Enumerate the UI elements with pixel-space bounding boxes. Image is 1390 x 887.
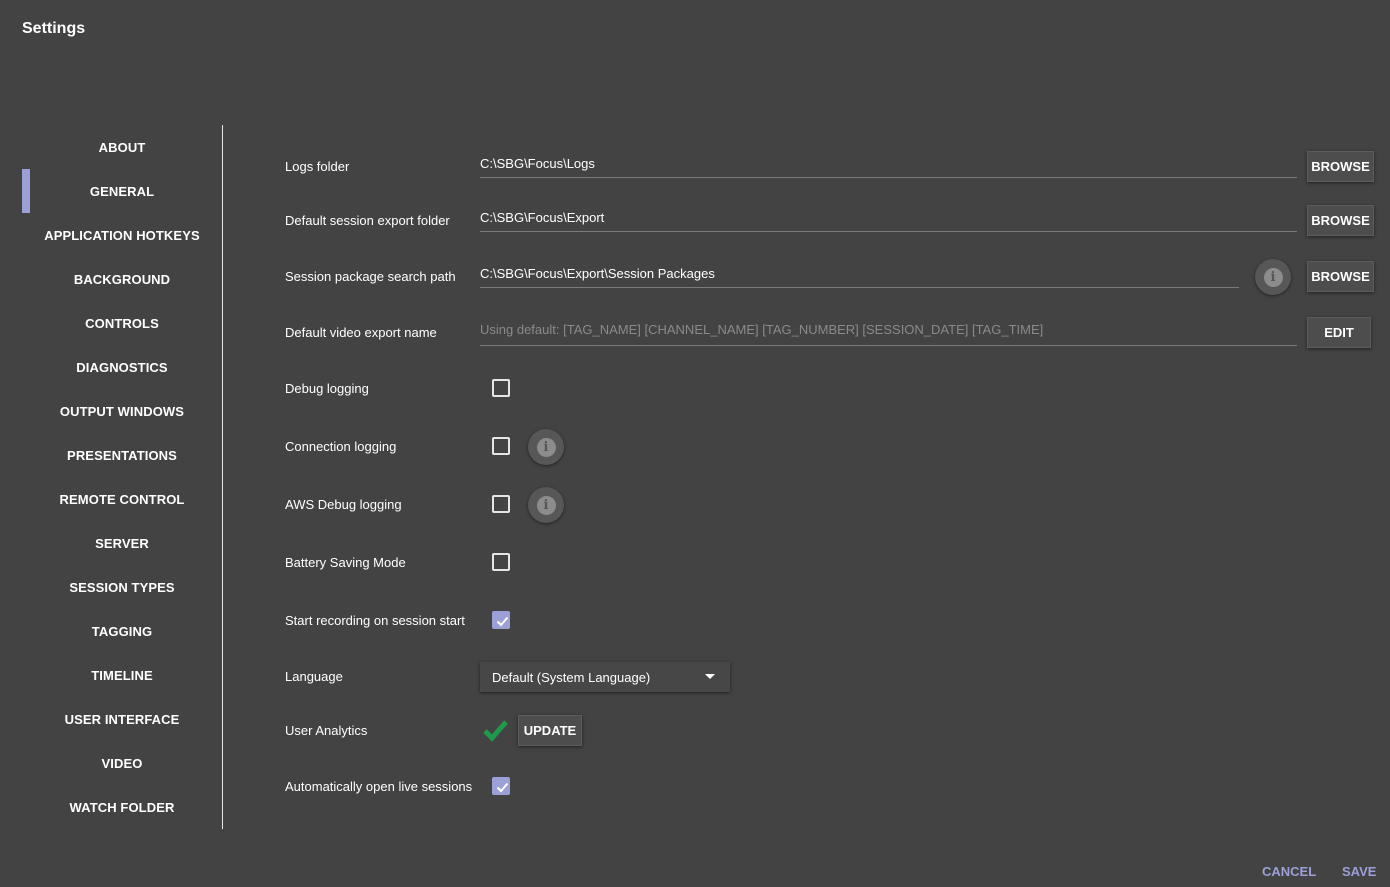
settings-window: Settings ABOUT GENERAL APPLICATION HOTKE… <box>0 0 1390 887</box>
cancel-button[interactable]: CANCEL <box>1262 864 1316 879</box>
info-icon: i <box>1263 267 1283 287</box>
debug-logging-label: Debug logging <box>285 381 369 396</box>
user-analytics-update-button[interactable]: UPDATE <box>518 715 582 746</box>
caret-down-icon <box>705 674 715 679</box>
user-analytics-label: User Analytics <box>285 723 368 738</box>
checkmark-icon <box>496 782 509 793</box>
sidebar-item-user-interface[interactable]: USER INTERFACE <box>22 697 222 741</box>
info-icon: i <box>536 495 556 515</box>
video-export-name-field[interactable]: Using default: [TAG_NAME] [CHANNEL_NAME]… <box>480 318 1297 346</box>
checkmark-icon <box>496 616 509 627</box>
language-label: Language <box>285 669 343 684</box>
aws-debug-logging-label: AWS Debug logging <box>285 497 402 512</box>
save-button[interactable]: SAVE <box>1342 864 1376 879</box>
info-icon: i <box>536 437 556 457</box>
battery-saving-label: Battery Saving Mode <box>285 555 406 570</box>
sidebar-item-presentations[interactable]: PRESENTATIONS <box>22 433 222 477</box>
sidebar-item-session-types[interactable]: SESSION TYPES <box>22 565 222 609</box>
export-folder-browse-button[interactable]: BROWSE <box>1307 205 1374 236</box>
video-export-name-label: Default video export name <box>285 325 437 340</box>
logs-folder-field[interactable]: C:\SBG\Focus\Logs <box>480 152 1297 178</box>
export-folder-label: Default session export folder <box>285 213 450 228</box>
connection-logging-info-button[interactable]: i <box>528 429 564 465</box>
aws-debug-logging-info-button[interactable]: i <box>528 487 564 523</box>
auto-open-live-checkbox[interactable] <box>492 777 510 795</box>
package-path-field[interactable]: C:\SBG\Focus\Export\Session Packages <box>480 262 1239 288</box>
start-recording-label: Start recording on session start <box>285 613 465 628</box>
sidebar-item-diagnostics[interactable]: DIAGNOSTICS <box>22 345 222 389</box>
debug-logging-checkbox[interactable] <box>492 379 510 397</box>
package-path-browse-button[interactable]: BROWSE <box>1307 261 1374 292</box>
sidebar-item-about[interactable]: ABOUT <box>22 125 222 169</box>
start-recording-checkbox[interactable] <box>492 611 510 629</box>
auto-open-live-label: Automatically open live sessions <box>285 779 473 794</box>
logs-folder-browse-button[interactable]: BROWSE <box>1307 151 1374 182</box>
package-path-info-button[interactable]: i <box>1255 259 1291 295</box>
battery-saving-checkbox[interactable] <box>492 553 510 571</box>
aws-debug-logging-checkbox[interactable] <box>492 495 510 513</box>
package-path-label: Session package search path <box>285 269 456 284</box>
checkmark-icon <box>483 720 508 742</box>
page-title: Settings <box>22 20 86 37</box>
sidebar-item-timeline[interactable]: TIMELINE <box>22 653 222 697</box>
sidebar-item-video[interactable]: VIDEO <box>22 741 222 785</box>
connection-logging-label: Connection logging <box>285 439 397 454</box>
sidebar-item-application-hotkeys[interactable]: APPLICATION HOTKEYS <box>22 213 222 257</box>
sidebar-item-tagging[interactable]: TAGGING <box>22 609 222 653</box>
video-export-name-edit-button[interactable]: EDIT <box>1307 317 1371 348</box>
logs-folder-label: Logs folder <box>285 159 350 174</box>
sidebar-item-background[interactable]: BACKGROUND <box>22 257 222 301</box>
sidebar-item-remote-control[interactable]: REMOTE CONTROL <box>22 477 222 521</box>
sidebar-item-server[interactable]: SERVER <box>22 521 222 565</box>
language-select[interactable]: Default (System Language) <box>480 662 730 692</box>
language-selected-value: Default (System Language) <box>492 669 651 685</box>
settings-sidebar: ABOUT GENERAL APPLICATION HOTKEYS BACKGR… <box>22 125 223 829</box>
sidebar-item-controls[interactable]: CONTROLS <box>22 301 222 345</box>
sidebar-item-output-windows[interactable]: OUTPUT WINDOWS <box>22 389 222 433</box>
connection-logging-checkbox[interactable] <box>492 437 510 455</box>
export-folder-field[interactable]: C:\SBG\Focus\Export <box>480 206 1297 232</box>
sidebar-item-general[interactable]: GENERAL <box>22 169 222 213</box>
sidebar-item-watch-folder[interactable]: WATCH FOLDER <box>22 785 222 829</box>
